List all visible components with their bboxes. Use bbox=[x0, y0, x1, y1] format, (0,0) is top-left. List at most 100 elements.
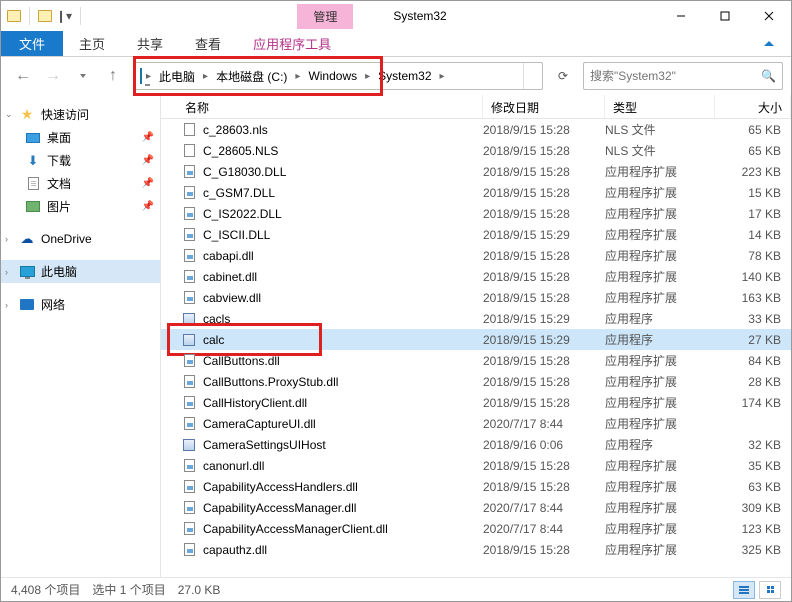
sidebar-item-documents[interactable]: 文档 📌 bbox=[1, 172, 160, 195]
file-type: 应用程序扩展 bbox=[605, 163, 715, 180]
document-icon bbox=[25, 176, 41, 192]
sidebar-this-pc[interactable]: › 此电脑 bbox=[1, 260, 160, 283]
chevron-right-icon[interactable]: ▸ bbox=[293, 71, 302, 82]
file-name: CameraCaptureUI.dll bbox=[203, 417, 316, 431]
chevron-right-icon[interactable]: ▸ bbox=[201, 71, 210, 82]
file-tab[interactable]: 文件 bbox=[1, 31, 63, 56]
file-name: canonurl.dll bbox=[203, 459, 264, 473]
file-size: 15 KB bbox=[715, 186, 791, 200]
sidebar-item-label: 下载 bbox=[47, 152, 71, 169]
sidebar-item-downloads[interactable]: ⬇ 下载 📌 bbox=[1, 149, 160, 172]
chevron-right-icon[interactable]: ▸ bbox=[438, 71, 447, 82]
search-input[interactable] bbox=[590, 69, 761, 83]
col-type[interactable]: 类型 bbox=[605, 95, 715, 118]
file-icon bbox=[181, 227, 197, 243]
undo-icon[interactable]: ❙▾ bbox=[56, 9, 72, 23]
file-icon bbox=[181, 500, 197, 516]
sidebar-network[interactable]: › 网络 bbox=[1, 293, 160, 316]
star-icon: ★ bbox=[19, 107, 35, 123]
chevron-right-icon[interactable]: ▸ bbox=[144, 71, 153, 82]
sidebar-quick-access[interactable]: ⌄ ★ 快速访问 bbox=[1, 103, 160, 126]
file-row[interactable]: cabinet.dll2018/9/15 15:28应用程序扩展140 KB bbox=[161, 266, 791, 287]
sidebar-item-pictures[interactable]: 图片 📌 bbox=[1, 195, 160, 218]
file-icon bbox=[181, 437, 197, 453]
forward-button[interactable]: → bbox=[39, 62, 67, 90]
file-date: 2018/9/15 15:28 bbox=[483, 123, 605, 137]
file-type: 应用程序 bbox=[605, 310, 715, 327]
col-date[interactable]: 修改日期 bbox=[483, 95, 605, 118]
file-row[interactable]: CameraCaptureUI.dll2020/7/17 8:44应用程序扩展 bbox=[161, 413, 791, 434]
file-row[interactable]: cacls2018/9/15 15:29应用程序33 KB bbox=[161, 308, 791, 329]
file-row[interactable]: C_IS2022.DLL2018/9/15 15:28应用程序扩展17 KB bbox=[161, 203, 791, 224]
tab-home[interactable]: 主页 bbox=[63, 31, 121, 56]
file-row[interactable]: CallHistoryClient.dll2018/9/15 15:28应用程序… bbox=[161, 392, 791, 413]
maximize-button[interactable] bbox=[703, 1, 747, 31]
up-button[interactable]: ↑ bbox=[99, 62, 127, 90]
file-row[interactable]: C_ISCII.DLL2018/9/15 15:29应用程序扩展14 KB bbox=[161, 224, 791, 245]
close-button[interactable] bbox=[747, 1, 791, 31]
breadcrumb[interactable]: ▸ 此电脑 ▸ 本地磁盘 (C:) ▸ Windows ▸ System32 ▸ bbox=[133, 62, 543, 90]
file-type: 应用程序扩展 bbox=[605, 205, 715, 222]
file-date: 2018/9/15 15:28 bbox=[483, 543, 605, 557]
crumb-drive[interactable]: 本地磁盘 (C:) bbox=[212, 68, 291, 85]
sidebar-onedrive[interactable]: › ☁ OneDrive bbox=[1, 228, 160, 250]
sidebar-item-label: 快速访问 bbox=[41, 106, 89, 123]
sidebar-item-desktop[interactable]: 桌面 📌 bbox=[1, 126, 160, 149]
address-dropdown[interactable] bbox=[523, 63, 536, 89]
file-date: 2020/7/17 8:44 bbox=[483, 522, 605, 536]
file-row[interactable]: CapabilityAccessManagerClient.dll2020/7/… bbox=[161, 518, 791, 539]
file-size: 123 KB bbox=[715, 522, 791, 536]
file-row[interactable]: c_28603.nls2018/9/15 15:28NLS 文件65 KB bbox=[161, 119, 791, 140]
col-size[interactable]: 大小 bbox=[715, 95, 791, 118]
icons-view-button[interactable] bbox=[759, 581, 781, 599]
file-row[interactable]: CallButtons.ProxyStub.dll2018/9/15 15:28… bbox=[161, 371, 791, 392]
file-size: 17 KB bbox=[715, 207, 791, 221]
tab-app-tools[interactable]: 应用程序工具 bbox=[237, 31, 347, 56]
tab-share[interactable]: 共享 bbox=[121, 31, 179, 56]
tab-view[interactable]: 查看 bbox=[179, 31, 237, 56]
quick-access-toolbar: ❙▾ bbox=[1, 1, 85, 31]
file-size: 84 KB bbox=[715, 354, 791, 368]
file-row[interactable]: capauthz.dll2018/9/15 15:28应用程序扩展325 KB bbox=[161, 539, 791, 560]
refresh-button[interactable]: ⟳ bbox=[549, 62, 577, 90]
folder-icon[interactable] bbox=[38, 10, 52, 22]
file-row[interactable]: c_GSM7.DLL2018/9/15 15:28应用程序扩展15 KB bbox=[161, 182, 791, 203]
file-size: 33 KB bbox=[715, 312, 791, 326]
file-name: cabview.dll bbox=[203, 291, 261, 305]
nav-pane: ⌄ ★ 快速访问 桌面 📌 ⬇ 下载 📌 文档 📌 bbox=[1, 95, 161, 577]
file-icon bbox=[181, 248, 197, 264]
file-rows: c_28603.nls2018/9/15 15:28NLS 文件65 KBC_2… bbox=[161, 119, 791, 560]
file-row[interactable]: CapabilityAccessHandlers.dll2018/9/15 15… bbox=[161, 476, 791, 497]
file-row[interactable]: cabapi.dll2018/9/15 15:28应用程序扩展78 KB bbox=[161, 245, 791, 266]
history-dropdown[interactable] bbox=[69, 62, 97, 90]
file-row[interactable]: canonurl.dll2018/9/15 15:28应用程序扩展35 KB bbox=[161, 455, 791, 476]
file-type: 应用程序扩展 bbox=[605, 289, 715, 306]
file-type: 应用程序扩展 bbox=[605, 247, 715, 264]
file-type: NLS 文件 bbox=[605, 142, 715, 159]
file-row[interactable]: CallButtons.dll2018/9/15 15:28应用程序扩展84 K… bbox=[161, 350, 791, 371]
file-row[interactable]: C_G18030.DLL2018/9/15 15:28应用程序扩展223 KB bbox=[161, 161, 791, 182]
crumb-system32[interactable]: System32 bbox=[374, 69, 435, 83]
ribbon-collapse-button[interactable] bbox=[747, 31, 791, 56]
crumb-thispc[interactable]: 此电脑 bbox=[155, 68, 199, 85]
sidebar-item-label: 网络 bbox=[41, 296, 65, 313]
crumb-windows[interactable]: Windows bbox=[304, 69, 361, 83]
search-box[interactable]: 🔍 bbox=[583, 62, 783, 90]
file-date: 2018/9/15 15:28 bbox=[483, 354, 605, 368]
nav-bar: ← → ↑ ▸ 此电脑 ▸ 本地磁盘 (C:) ▸ Windows ▸ Syst… bbox=[1, 57, 791, 95]
file-row[interactable]: cabview.dll2018/9/15 15:28应用程序扩展163 KB bbox=[161, 287, 791, 308]
file-date: 2018/9/15 15:28 bbox=[483, 186, 605, 200]
file-row[interactable]: CapabilityAccessManager.dll2020/7/17 8:4… bbox=[161, 497, 791, 518]
details-view-button[interactable] bbox=[733, 581, 755, 599]
file-row[interactable]: calc2018/9/15 15:29应用程序27 KB bbox=[161, 329, 791, 350]
col-name[interactable]: 名称 bbox=[161, 95, 483, 118]
file-size: 223 KB bbox=[715, 165, 791, 179]
minimize-button[interactable] bbox=[659, 1, 703, 31]
chevron-right-icon[interactable]: ▸ bbox=[363, 71, 372, 82]
network-icon bbox=[19, 297, 35, 313]
file-row[interactable]: CameraSettingsUIHost2018/9/16 0:06应用程序32… bbox=[161, 434, 791, 455]
file-type: 应用程序扩展 bbox=[605, 352, 715, 369]
back-button[interactable]: ← bbox=[9, 62, 37, 90]
file-type: 应用程序扩展 bbox=[605, 394, 715, 411]
file-row[interactable]: C_28605.NLS2018/9/15 15:28NLS 文件65 KB bbox=[161, 140, 791, 161]
